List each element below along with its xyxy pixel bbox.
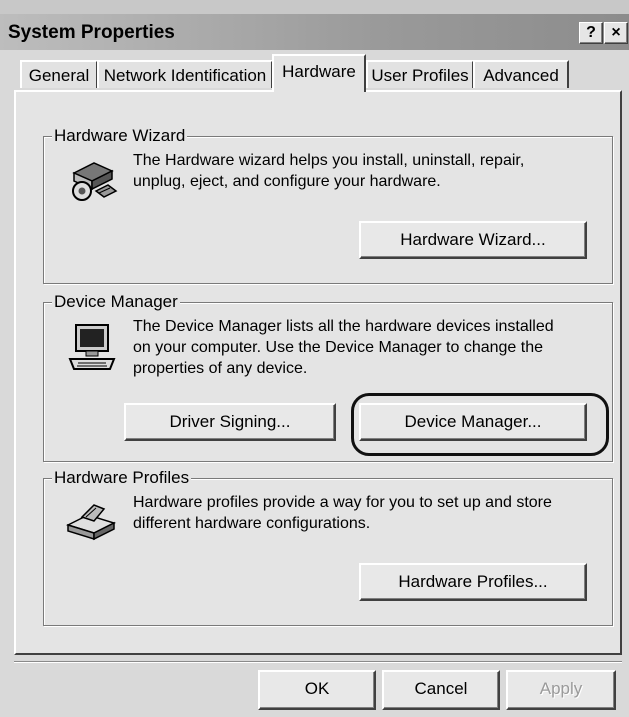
device-manager-legend: Device Manager — [52, 292, 180, 312]
ok-button[interactable]: OK — [258, 670, 376, 710]
device-manager-button[interactable]: Device Manager... — [359, 403, 587, 441]
hardware-wizard-legend: Hardware Wizard — [52, 126, 188, 146]
title-bar[interactable]: System Properties ? × — [0, 14, 629, 50]
hardware-wizard-icon — [72, 162, 118, 201]
cancel-button[interactable]: Cancel — [382, 670, 500, 710]
hardware-profiles-group: Hardware Profiles Hardware profiles prov… — [43, 468, 613, 626]
close-button[interactable]: × — [604, 22, 628, 44]
tab-user-profiles[interactable]: User Profiles — [366, 60, 474, 88]
footer-separator — [14, 661, 622, 663]
device-manager-desc-line2: on your computer. Use the Device Manager… — [133, 339, 544, 356]
hardware-wizard-button[interactable]: Hardware Wizard... — [359, 221, 587, 259]
computer-icon — [68, 324, 116, 370]
hardware-wizard-desc-line2: unplug, eject, and configure your hardwa… — [133, 173, 441, 190]
device-manager-desc-line1: The Device Manager lists all the hardwar… — [133, 318, 554, 335]
device-manager-group: Device Manager The Device Manager lists … — [43, 292, 613, 462]
apply-button[interactable]: Apply — [506, 670, 616, 710]
tab-advanced[interactable]: Advanced — [473, 60, 569, 88]
tab-network-identification[interactable]: Network Identification — [97, 60, 273, 88]
tab-hardware[interactable]: Hardware — [272, 54, 366, 92]
device-manager-desc-line3: properties of any device. — [133, 360, 308, 377]
hardware-tab-panel: Hardware Wizard The Hardware wizard help… — [14, 90, 622, 655]
driver-signing-button[interactable]: Driver Signing... — [124, 403, 336, 441]
hardware-profiles-desc-line1: Hardware profiles provide a way for you … — [133, 494, 552, 511]
window-title: System Properties — [8, 22, 175, 43]
hardware-wizard-desc-line1: The Hardware wizard helps you install, u… — [133, 152, 525, 169]
top-strip — [0, 0, 629, 15]
hardware-wizard-group: Hardware Wizard The Hardware wizard help… — [43, 126, 613, 284]
hardware-profiles-icon — [65, 504, 117, 541]
hardware-profiles-desc-line2: different hardware configurations. — [133, 515, 371, 532]
hardware-profiles-button[interactable]: Hardware Profiles... — [359, 563, 587, 601]
hardware-profiles-legend: Hardware Profiles — [52, 468, 192, 488]
help-button[interactable]: ? — [579, 22, 603, 44]
tab-general[interactable]: General — [20, 60, 98, 88]
